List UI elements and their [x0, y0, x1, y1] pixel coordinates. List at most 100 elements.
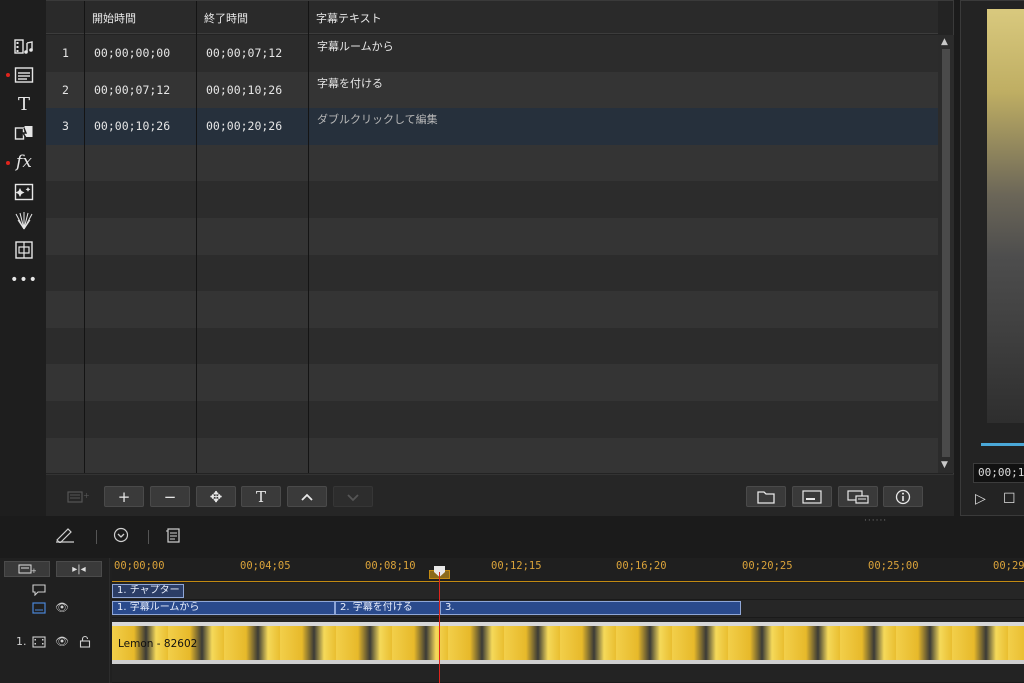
video-clip-thumbnails[interactable]	[112, 626, 1024, 660]
subtitle-position-icon[interactable]	[792, 486, 832, 507]
export-subtitle-icon[interactable]	[838, 486, 878, 507]
row-end-time[interactable]: 00;00;10;26	[206, 72, 282, 109]
ruler-label: 00;16;20	[616, 560, 667, 572]
preview-video-frame	[987, 9, 1024, 423]
time-ruler[interactable]: 00;00;00 00;04;05 00;08;10 00;12;15 00;1…	[112, 558, 1024, 582]
row-end-time[interactable]: 00;00;20;26	[206, 108, 282, 145]
fx-room-icon[interactable]: fx	[12, 151, 36, 173]
more-icon[interactable]: •••	[10, 269, 37, 291]
empty-row	[46, 144, 938, 182]
video-clip-label: Lemon - 82602	[118, 638, 198, 650]
row-end-time[interactable]: 00;00;07;12	[206, 35, 282, 72]
eye-icon[interactable]: 👁	[55, 635, 69, 648]
remove-subtitle-button[interactable]: −	[150, 486, 190, 507]
edit-pen-icon[interactable]	[54, 527, 76, 547]
transition-room-icon[interactable]	[12, 122, 36, 144]
empty-row	[46, 437, 938, 473]
subtitle-room-panel: 開始時間 終了時間 字幕テキスト 1 00;00;00;00 00;00;07;…	[46, 0, 954, 516]
playhead-line	[439, 572, 440, 683]
subtitle-clip[interactable]: 1. 字幕ルームから	[112, 601, 335, 615]
column-divider	[308, 1, 309, 473]
track-manager-button[interactable]: +	[4, 561, 50, 577]
chapter-track	[112, 583, 1024, 600]
subtitle-clip[interactable]: 3.	[440, 601, 741, 615]
subtitle-button-bar: + + − ✥ T	[46, 474, 954, 516]
header-end-time[interactable]: 終了時間	[196, 1, 308, 34]
fit-timeline-button[interactable]: ▸|◂	[56, 561, 102, 577]
subtitle-list-icon[interactable]	[165, 527, 181, 547]
subtitle-room-icon[interactable]	[12, 64, 36, 86]
row-start-time[interactable]: 00;00;10;26	[94, 108, 170, 145]
empty-row	[46, 254, 938, 292]
row-number: 3	[62, 119, 69, 134]
table-row[interactable]: 1 00;00;00;00 00;00;07;12 字幕ルームから	[46, 35, 938, 72]
row-number: 2	[62, 82, 69, 97]
row-subtitle-text[interactable]: 字幕を付ける	[317, 72, 383, 109]
move-down-button[interactable]	[333, 486, 373, 507]
chapter-track-icon	[32, 584, 46, 599]
empty-row	[46, 364, 938, 401]
subtitle-clip[interactable]: 2. 字幕を付ける	[335, 601, 440, 615]
scroll-down-icon[interactable]: ▼	[941, 460, 948, 470]
column-divider	[196, 1, 197, 473]
active-indicator-dot	[6, 73, 10, 77]
title-room-icon[interactable]: T	[12, 93, 36, 115]
table-row[interactable]: 2 00;00;07;12 00;00;10;26 字幕を付ける	[46, 71, 938, 109]
ruler-label: 00;12;15	[491, 560, 542, 572]
row-subtitle-text[interactable]: 字幕ルームから	[317, 35, 394, 72]
ruler-label: 00;25;00	[868, 560, 919, 572]
chapter-clip[interactable]: 1. チャプター 1	[112, 584, 184, 598]
preview-progress-bar[interactable]	[981, 443, 1024, 446]
svg-text:+: +	[83, 491, 89, 500]
lock-icon[interactable]	[79, 635, 91, 651]
video-track-number: 1.	[16, 635, 27, 648]
svg-text:+: +	[31, 567, 36, 574]
empty-row	[46, 218, 938, 255]
ruler-label: 00;29	[993, 560, 1024, 572]
play-icon[interactable]: ▷	[975, 491, 986, 507]
track-headers: + ▸|◂ 👁 1. 👁	[0, 558, 110, 683]
row-start-time[interactable]: 00;00;07;12	[94, 72, 170, 109]
open-folder-icon[interactable]	[746, 486, 786, 507]
text-format-button[interactable]: T	[241, 486, 281, 507]
video-clip-bottom-bar	[112, 660, 1024, 664]
pip-room-icon[interactable]	[12, 181, 36, 203]
timeline: + ▸|◂ 👁 1. 👁 00;00;00 00;04;05 00;08;10 …	[0, 558, 1024, 683]
media-room-icon[interactable]	[12, 36, 36, 58]
header-number	[46, 1, 84, 34]
empty-row	[46, 181, 938, 218]
active-indicator-dot	[6, 161, 10, 165]
row-subtitle-text[interactable]: ダブルクリックして編集	[317, 108, 438, 145]
stop-icon[interactable]: ☐	[1003, 491, 1016, 507]
eye-icon[interactable]: 👁	[55, 601, 69, 614]
toolbar-divider	[148, 530, 149, 544]
header-subtitle-text[interactable]: 字幕テキスト	[308, 1, 938, 34]
empty-row	[46, 327, 938, 365]
room-toolbar: T fx •••	[0, 0, 46, 516]
import-subtitle-icon[interactable]: +	[58, 486, 98, 507]
subtitle-track-icon	[32, 602, 46, 617]
scroll-up-icon[interactable]: ▲	[941, 37, 948, 47]
add-subtitle-button[interactable]: +	[104, 486, 144, 507]
info-icon[interactable]	[883, 486, 923, 507]
ruler-label: 00;20;25	[742, 560, 793, 572]
vertical-scrollbar[interactable]: ▲ ▼	[938, 35, 954, 473]
empty-row	[46, 401, 938, 438]
header-start-time[interactable]: 開始時間	[84, 1, 196, 34]
particle-room-icon[interactable]	[12, 210, 36, 232]
column-divider	[84, 1, 85, 473]
timeline-toolbar: ······	[0, 516, 1024, 558]
timecode-display[interactable]: 00;00;1	[973, 463, 1024, 483]
empty-row	[46, 291, 938, 328]
chapter-room-icon[interactable]	[12, 239, 36, 261]
row-number: 1	[62, 46, 69, 61]
resize-grip-icon[interactable]: ······	[864, 516, 887, 526]
row-start-time[interactable]: 00;00;00;00	[94, 35, 170, 72]
toolbar-divider	[96, 530, 97, 544]
table-row-selected[interactable]: 3 00;00;10;26 00;00;20;26 ダブルクリックして編集	[46, 108, 938, 145]
tools-dropdown-icon[interactable]	[113, 527, 129, 547]
move-up-button[interactable]	[287, 486, 327, 507]
scrollbar-thumb[interactable]	[942, 49, 950, 457]
move-icon[interactable]: ✥	[196, 486, 236, 507]
subtitle-table: 開始時間 終了時間 字幕テキスト 1 00;00;00;00 00;00;07;…	[46, 1, 938, 473]
